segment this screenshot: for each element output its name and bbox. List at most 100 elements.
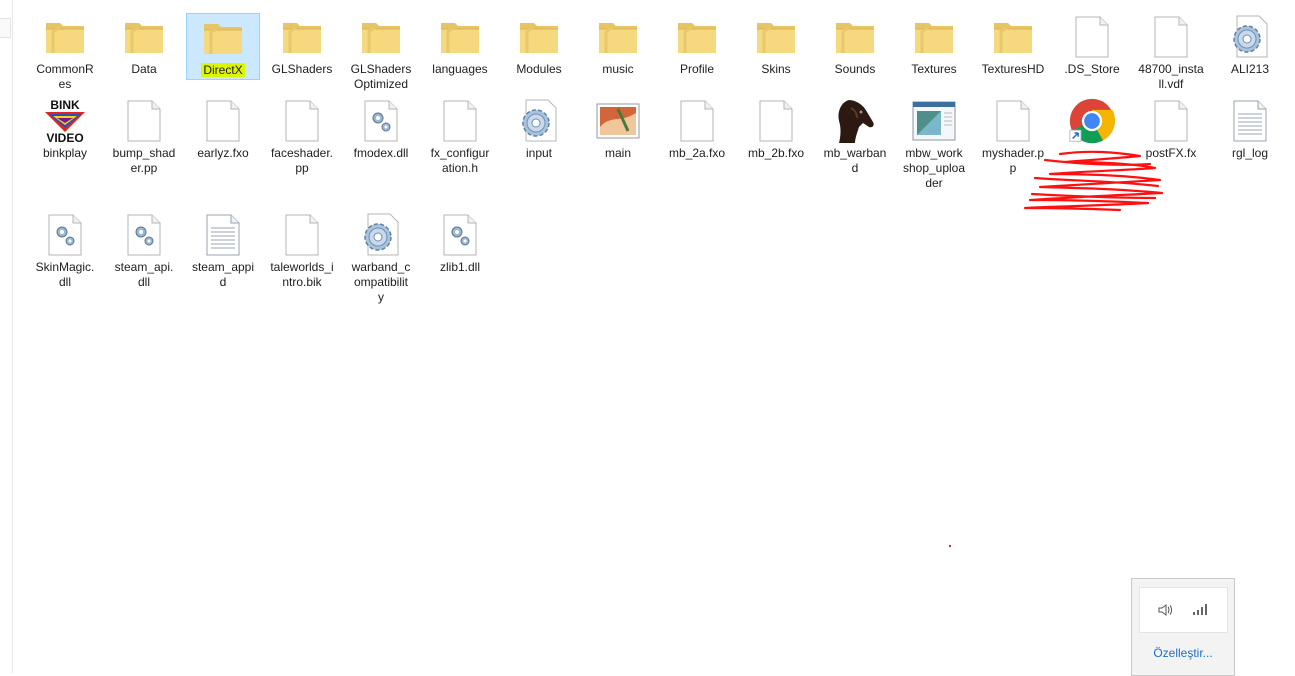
text-icon [199, 211, 247, 259]
file-label: steam_appi d [191, 260, 255, 289]
file-item-chrome-shortcut[interactable] [1056, 97, 1128, 146]
dll-icon [120, 211, 168, 259]
file-label: Modules [516, 62, 562, 76]
folder-icon [752, 13, 800, 61]
svg-text:VIDEO: VIDEO [46, 131, 83, 144]
dll-icon [41, 211, 89, 259]
file-item-commonres[interactable]: CommonR es [29, 13, 101, 92]
file-label: faceshader. pp [270, 146, 334, 175]
file-item-mbw-workshop-uploader[interactable]: mbw_work shop_uploa der [898, 97, 970, 191]
file-item-modules[interactable]: Modules [503, 13, 575, 77]
file-label: bump_shad er.pp [112, 146, 176, 175]
file-icon [1068, 13, 1116, 61]
file-item-main[interactable]: main [582, 97, 654, 161]
file-item-profile[interactable]: Profile [661, 13, 733, 77]
file-label: languages [432, 62, 488, 76]
file-item-fmodex-dll[interactable]: fmodex.dll [345, 97, 417, 161]
file-item-glshaders-optimized[interactable]: GLShaders Optimized [345, 13, 417, 92]
file-icon [673, 97, 721, 145]
file-item-bump-shader-pp[interactable]: bump_shad er.pp [108, 97, 180, 176]
file-label: earlyz.fxo [197, 146, 249, 160]
file-item-directx[interactable]: DirectX [186, 13, 260, 80]
folder-icon [673, 13, 721, 61]
folder-icon [594, 13, 642, 61]
file-label: TexturesHD [981, 62, 1045, 76]
file-label: mb_2b.fxo [747, 146, 805, 160]
file-item-mb-2a-fxo[interactable]: mb_2a.fxo [661, 97, 733, 161]
file-item-data[interactable]: Data [108, 13, 180, 77]
image-icon [594, 97, 642, 145]
file-item-zlib1-dll[interactable]: zlib1.dll [424, 211, 496, 275]
file-icon [199, 97, 247, 145]
file-icon [278, 211, 326, 259]
bink-icon: BINK VIDEO [41, 97, 89, 145]
file-item--ds-store[interactable]: .DS_Store [1056, 13, 1128, 77]
file-label: music [602, 62, 634, 76]
folder-icon [989, 13, 1037, 61]
svg-text:BINK: BINK [50, 98, 80, 112]
folder-icon [515, 13, 563, 61]
file-item-music[interactable]: music [582, 13, 654, 77]
file-label: binkplay [42, 146, 88, 160]
file-icon [1147, 13, 1195, 61]
file-label: mbw_work shop_uploa der [902, 146, 966, 190]
network-icon[interactable] [1192, 602, 1210, 616]
file-label: Sounds [834, 62, 876, 76]
file-label: GLShaders [271, 62, 333, 76]
file-icon [278, 97, 326, 145]
folder-icon [436, 13, 484, 61]
file-item-input[interactable]: input [503, 97, 575, 161]
redaction-scribble [1023, 150, 1164, 212]
file-label: Profile [679, 62, 714, 76]
file-label: Data [131, 62, 157, 76]
tray-icon-area [1139, 587, 1228, 633]
file-item-warband-compatibility[interactable]: warband_c ompatibilit y [345, 211, 417, 305]
file-label: GLShaders Optimized [350, 62, 412, 91]
folder-icon [120, 13, 168, 61]
folder-icon [199, 14, 247, 62]
file-item-skins[interactable]: Skins [740, 13, 812, 77]
tray-overflow-popup: Özelleştir... [1131, 578, 1235, 676]
file-label: main [604, 146, 631, 160]
file-item-textureshd[interactable]: TexturesHD [977, 13, 1049, 77]
file-icon [436, 97, 484, 145]
file-item-earlyz-fxo[interactable]: earlyz.fxo [187, 97, 259, 161]
file-item-languages[interactable]: languages [424, 13, 496, 77]
file-item-48700-install-vdf[interactable]: 48700_insta ll.vdf [1135, 13, 1207, 92]
file-item-binkplay[interactable]: BINK VIDEO binkplay [29, 97, 101, 161]
speaker-icon[interactable] [1157, 602, 1175, 618]
file-item-skinmagic-dll[interactable]: SkinMagic. dll [29, 211, 101, 290]
file-label: 48700_insta ll.vdf [1138, 62, 1204, 91]
file-label: Textures [911, 62, 957, 76]
file-item-textures[interactable]: Textures [898, 13, 970, 77]
file-item-steam-appid[interactable]: steam_appi d [187, 211, 259, 290]
dll-icon [357, 97, 405, 145]
file-label: SkinMagic. dll [35, 260, 95, 289]
file-label: mb_2a.fxo [668, 146, 726, 160]
folder-icon [278, 13, 326, 61]
customize-link[interactable]: Özelleştir... [1132, 646, 1234, 660]
file-item-faceshader-pp[interactable]: faceshader. pp [266, 97, 338, 176]
folder-icon [357, 13, 405, 61]
dll-icon [436, 211, 484, 259]
folder-icon [41, 13, 89, 61]
file-icon [120, 97, 168, 145]
file-item-mb-warband[interactable]: mb_warban d [819, 97, 891, 176]
file-item-rgl-log[interactable]: rgl_log [1214, 97, 1286, 161]
file-icon [752, 97, 800, 145]
file-label: fx_configur ation.h [430, 146, 490, 175]
file-label: input [525, 146, 553, 160]
file-item-mb-2b-fxo[interactable]: mb_2b.fxo [740, 97, 812, 161]
gear-icon [1226, 13, 1274, 61]
pane-splitter[interactable] [0, 18, 11, 38]
file-label: CommonR es [36, 62, 94, 91]
file-item-ali213[interactable]: ALI213 [1214, 13, 1286, 77]
gear-icon [357, 211, 405, 259]
file-item-glshaders[interactable]: GLShaders [266, 13, 338, 77]
file-item-sounds[interactable]: Sounds [819, 13, 891, 77]
file-item-fx-configuration-h[interactable]: fx_configur ation.h [424, 97, 496, 176]
file-icon [989, 97, 1037, 145]
file-icon [1147, 97, 1195, 145]
file-item-taleworlds-intro-bik[interactable]: taleworlds_i ntro.bik [266, 211, 338, 290]
file-item-steam-api-dll[interactable]: steam_api. dll [108, 211, 180, 290]
